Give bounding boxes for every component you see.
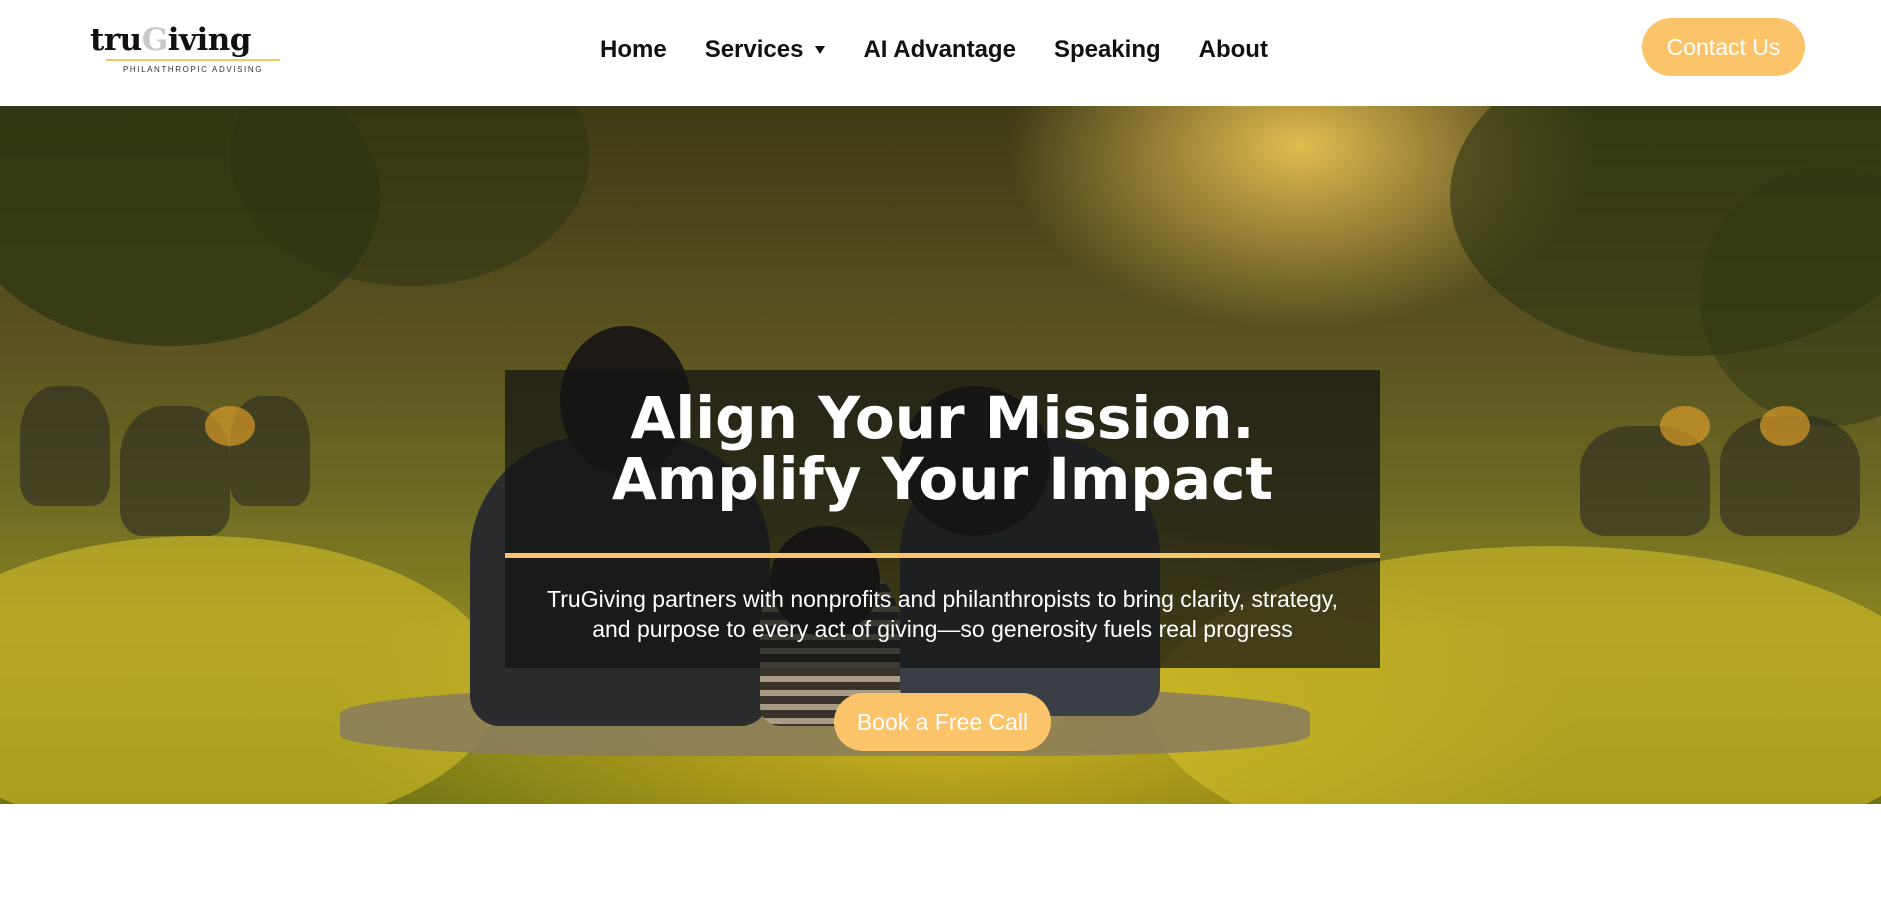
book-free-call-button[interactable]: Book a Free Call	[834, 693, 1051, 751]
nav-ai-advantage[interactable]: AI Advantage	[863, 36, 1015, 64]
contact-us-button[interactable]: Contact Us	[1642, 18, 1805, 76]
logo-tagline: PHILANTHROPIC ADVISING	[122, 65, 264, 74]
logo-underline	[106, 59, 280, 61]
hero-headline: Align Your Mission. Amplify Your Impact	[611, 384, 1274, 513]
caret-down-icon	[815, 46, 826, 54]
trugiving-logo[interactable]: truGiving PHILANTHROPIC ADVISING	[90, 22, 280, 76]
main-nav: Home Services AI Advantage Speaking Abou…	[600, 30, 1268, 70]
logo-wordmark: truGiving	[90, 22, 251, 58]
site-header: truGiving PHILANTHROPIC ADVISING Home Se…	[0, 0, 1881, 106]
nav-services[interactable]: Services	[705, 36, 826, 64]
hero-subtitle: TruGiving partners with nonprofits and p…	[547, 586, 1338, 642]
hero-text-panel: Align Your Mission. Amplify Your Impact …	[505, 370, 1380, 668]
hero-divider	[505, 553, 1380, 558]
nav-speaking[interactable]: Speaking	[1054, 36, 1161, 64]
hero-section: Align Your Mission. Amplify Your Impact …	[0, 106, 1881, 804]
nav-home[interactable]: Home	[600, 36, 667, 64]
nav-about[interactable]: About	[1199, 36, 1268, 64]
